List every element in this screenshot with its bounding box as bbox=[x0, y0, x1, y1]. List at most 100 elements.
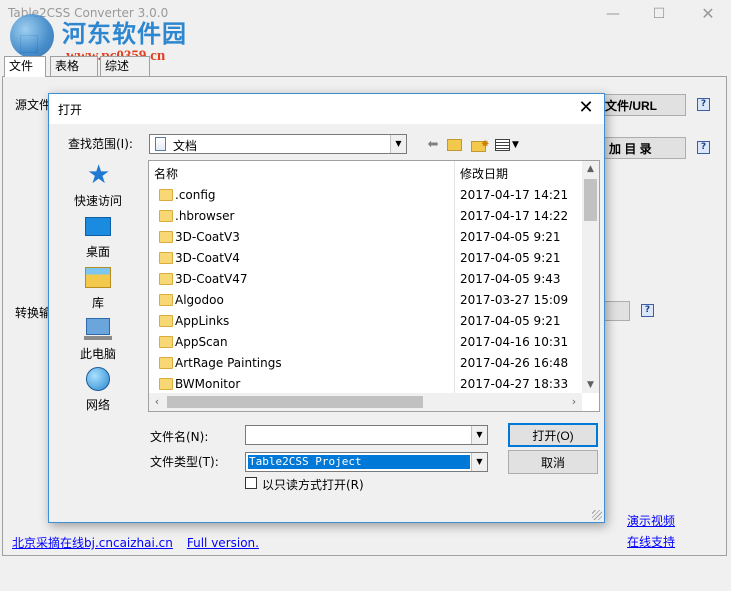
file-name: ArtRage Paintings bbox=[175, 356, 282, 370]
file-modified: 2017-04-05 9:43 bbox=[460, 272, 561, 286]
place-label: 桌面 bbox=[85, 245, 110, 259]
place-label: 库 bbox=[91, 296, 104, 310]
file-name: AppScan bbox=[175, 335, 228, 349]
folder-icon bbox=[159, 336, 173, 348]
up-folder-icon[interactable] bbox=[446, 136, 464, 154]
dialog-titlebar: 打开 ✕ bbox=[49, 94, 604, 124]
lookin-combo[interactable]: 文档 ▼ bbox=[149, 134, 407, 154]
place-libraries[interactable]: 库 bbox=[66, 264, 130, 314]
vertical-scrollbar[interactable]: ▲ ▼ bbox=[582, 161, 599, 393]
online-support-link[interactable]: 在线支持 bbox=[627, 533, 675, 550]
computer-icon bbox=[86, 318, 110, 335]
resize-grip[interactable] bbox=[592, 510, 602, 520]
folder-icon bbox=[159, 294, 173, 306]
app-icon bbox=[20, 35, 38, 53]
maximize-button[interactable]: ☐ bbox=[636, 0, 682, 28]
file-row[interactable]: BWMonitor 2017-04-27 18:33 bbox=[149, 374, 582, 395]
full-version-link[interactable]: Full version. bbox=[187, 536, 259, 550]
column-name-header[interactable]: 名称 bbox=[154, 165, 178, 182]
view-menu-icon[interactable]: ▼ bbox=[494, 136, 522, 154]
file-row[interactable]: 3D-CoatV4 2017-04-05 9:21 bbox=[149, 248, 582, 269]
chevron-down-icon[interactable]: ▼ bbox=[390, 135, 406, 153]
scroll-thumb[interactable] bbox=[167, 396, 423, 408]
filetype-label: 文件类型(T): bbox=[150, 455, 219, 469]
file-row[interactable]: 3D-CoatV3 2017-04-05 9:21 bbox=[149, 227, 582, 248]
help-icon[interactable]: ? bbox=[697, 141, 710, 154]
open-button[interactable]: 打开(O) bbox=[508, 423, 598, 447]
folder-icon bbox=[159, 378, 173, 390]
readonly-label[interactable]: 以只读方式打开(R) bbox=[262, 476, 364, 493]
place-quick-access[interactable]: ★ 快速访问 bbox=[66, 162, 130, 212]
place-label: 快速访问 bbox=[73, 194, 122, 208]
help-icon[interactable]: ? bbox=[697, 98, 710, 111]
new-folder-icon[interactable]: ✸ bbox=[470, 136, 489, 154]
filetype-combo[interactable]: Table2CSS Project ▼ bbox=[245, 452, 488, 472]
folder-icon bbox=[159, 231, 173, 243]
filename-label: 文件名(N): bbox=[150, 430, 209, 444]
file-row[interactable]: .hbrowser 2017-04-17 14:22 bbox=[149, 206, 582, 227]
site-link[interactable]: 北京采摘在线bj.cncaizhai.cn bbox=[12, 536, 173, 550]
file-modified: 2017-04-17 14:21 bbox=[460, 188, 569, 202]
file-list: 名称 ^ 修改日期 .config 2017-04-17 14:21 .hbrows… bbox=[148, 160, 600, 412]
footer-links: 北京采摘在线bj.cncaizhai.cn Full version. bbox=[12, 534, 259, 551]
folder-icon bbox=[159, 252, 173, 264]
convert-output-label: 转换输 bbox=[15, 306, 52, 320]
file-modified: 2017-04-17 14:22 bbox=[460, 209, 569, 223]
readonly-checkbox[interactable] bbox=[245, 477, 257, 489]
file-modified: 2017-03-27 15:09 bbox=[460, 293, 569, 307]
place-label: 网络 bbox=[85, 398, 110, 412]
folder-icon bbox=[159, 315, 173, 327]
filename-combo[interactable]: ▼ bbox=[245, 425, 488, 445]
filetype-value[interactable]: Table2CSS Project bbox=[248, 455, 470, 469]
file-name: .hbrowser bbox=[175, 209, 235, 223]
file-row[interactable]: 3D-CoatV47 2017-04-05 9:43 bbox=[149, 269, 582, 290]
file-name: 3D-CoatV47 bbox=[175, 272, 248, 286]
places-bar: ★ 快速访问 桌面 库 此电脑 网络 bbox=[66, 160, 130, 420]
folder-icon bbox=[159, 357, 173, 369]
file-row[interactable]: AppScan 2017-04-16 10:31 bbox=[149, 332, 582, 353]
place-network[interactable]: 网络 bbox=[66, 366, 130, 416]
library-icon bbox=[85, 267, 111, 288]
dialog-title: 打开 bbox=[58, 103, 83, 117]
scroll-left-icon[interactable]: ‹ bbox=[149, 393, 165, 411]
file-rows: .config 2017-04-17 14:21 .hbrowser 2017-04-… bbox=[149, 185, 582, 395]
place-label: 此电脑 bbox=[79, 347, 116, 361]
chevron-down-icon[interactable]: ▼ bbox=[471, 453, 487, 471]
close-button[interactable]: ✕ bbox=[685, 0, 731, 28]
help-icon[interactable]: ? bbox=[641, 304, 654, 317]
place-desktop[interactable]: 桌面 bbox=[66, 213, 130, 263]
tab-table[interactable]: 表格 bbox=[50, 56, 98, 76]
sort-arrow-icon: ^ bbox=[297, 160, 306, 168]
demo-video-link[interactable]: 演示视频 bbox=[627, 512, 675, 529]
file-name: 3D-CoatV3 bbox=[175, 230, 240, 244]
file-row[interactable]: Algodoo 2017-03-27 15:09 bbox=[149, 290, 582, 311]
computer-base-icon bbox=[84, 336, 112, 340]
horizontal-scrollbar[interactable]: ‹ › bbox=[149, 393, 582, 411]
file-row[interactable]: AppLinks 2017-04-05 9:21 bbox=[149, 311, 582, 332]
scroll-right-icon[interactable]: › bbox=[566, 393, 582, 411]
scroll-down-icon[interactable]: ▼ bbox=[582, 377, 599, 393]
file-row[interactable]: .config 2017-04-17 14:21 bbox=[149, 185, 582, 206]
folder-icon bbox=[159, 210, 173, 222]
folder-icon bbox=[159, 189, 173, 201]
back-arrow-icon[interactable]: ⬅ bbox=[425, 136, 441, 154]
file-row[interactable]: ArtRage Paintings 2017-04-26 16:48 bbox=[149, 353, 582, 374]
open-dialog: 打开 ✕ 查找范围(I): 文档 ▼ ⬅ ✸ ▼ ★ 快速访问 桌面 库 此电脑 bbox=[48, 93, 605, 523]
chevron-down-icon[interactable]: ▼ bbox=[471, 426, 487, 444]
app-title: Table2CSS Converter 3.0.0 bbox=[8, 6, 169, 20]
tab-file[interactable]: 文件 bbox=[4, 56, 46, 77]
lookin-value: 文档 bbox=[173, 139, 198, 153]
minimize-button[interactable]: — bbox=[590, 0, 636, 28]
scroll-up-icon[interactable]: ▲ bbox=[582, 161, 599, 177]
source-file-label: 源文件 bbox=[15, 98, 52, 112]
tab-overview[interactable]: 综述 bbox=[100, 56, 150, 76]
dialog-close-icon[interactable]: ✕ bbox=[576, 97, 596, 119]
scroll-thumb[interactable] bbox=[584, 179, 597, 221]
file-modified: 2017-04-05 9:21 bbox=[460, 314, 561, 328]
file-name: BWMonitor bbox=[175, 377, 241, 391]
add-directory-button[interactable]: 加 目 录 bbox=[600, 137, 686, 159]
file-url-button[interactable]: 文件/URL bbox=[600, 94, 686, 116]
place-this-pc[interactable]: 此电脑 bbox=[66, 315, 130, 365]
cancel-button[interactable]: 取消 bbox=[508, 450, 598, 474]
column-modified-header[interactable]: 修改日期 bbox=[460, 165, 508, 182]
